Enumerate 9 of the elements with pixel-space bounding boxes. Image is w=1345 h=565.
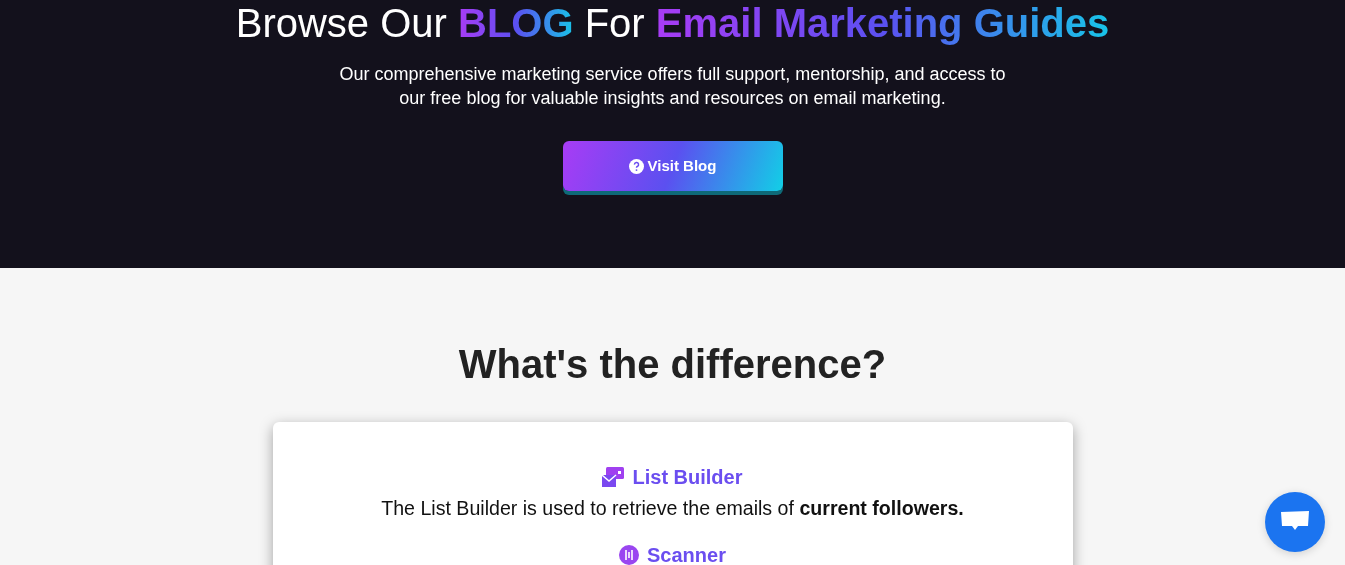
section-heading: What's the difference? bbox=[457, 341, 888, 388]
question-icon bbox=[628, 158, 644, 174]
chat-button[interactable] bbox=[1265, 492, 1325, 552]
envelopes-icon bbox=[602, 467, 625, 487]
feature-title: List Builder bbox=[632, 465, 743, 490]
hero-heading: Browse Our BLOG For Email Marketing Guides bbox=[234, 0, 1111, 46]
feature-title: Scanner bbox=[647, 543, 726, 565]
hero-subtitle: Our comprehensive marketing service offers full support, mentorship, and access to our free blog for valuable insights and resources on email marketing. bbox=[338, 63, 1007, 110]
feature-description: The List Builder is used to retrieve the emails of current followers. bbox=[380, 496, 965, 520]
